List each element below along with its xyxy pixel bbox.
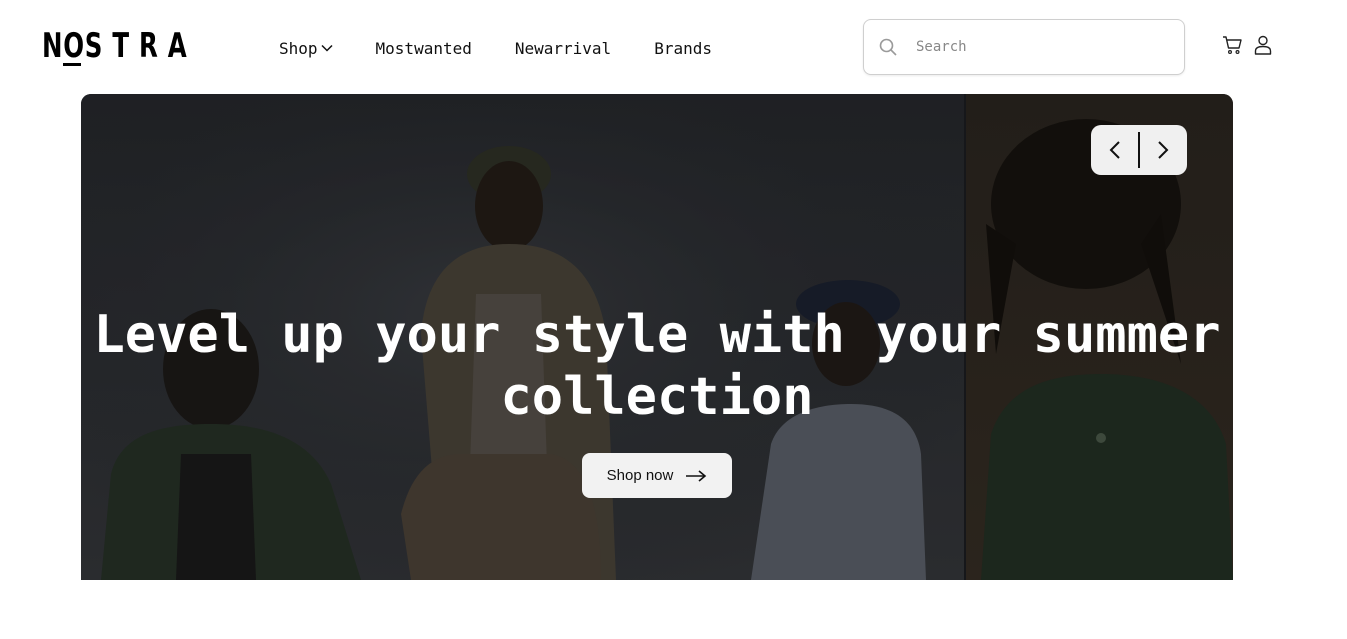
logo-underline xyxy=(63,63,81,66)
brand-logo[interactable]: NOS T R A xyxy=(42,28,244,68)
shop-now-button[interactable]: Shop now xyxy=(582,453,732,498)
brand-logo-text: NOS T R A xyxy=(42,26,188,66)
hero-banner: Level up your style with your summer col… xyxy=(81,94,1233,580)
main-nav: Shop Mostwanted Newarrival Brands xyxy=(279,36,755,60)
chevron-right-icon xyxy=(1158,141,1169,159)
cart-icon[interactable] xyxy=(1222,34,1244,56)
nav-mostwanted[interactable]: Mostwanted xyxy=(376,39,472,58)
chevron-left-icon xyxy=(1109,141,1120,159)
nav-newarrival[interactable]: Newarrival xyxy=(515,39,611,58)
nav-mostwanted-label: Mostwanted xyxy=(375,38,472,58)
shop-now-label: Shop now xyxy=(606,467,674,484)
nav-newarrival-label: Newarrival xyxy=(514,38,612,58)
nav-shop[interactable]: Shop xyxy=(279,39,333,58)
nav-shop-label: Shop xyxy=(279,38,318,58)
hero-title: Level up your style with your summer col… xyxy=(93,305,1221,427)
user-icon[interactable] xyxy=(1252,34,1274,56)
arrow-right-icon xyxy=(686,469,707,482)
search-icon xyxy=(879,38,897,56)
prev-slide-button[interactable] xyxy=(1091,125,1138,175)
nav-brands-label: Brands xyxy=(654,38,712,58)
search-input[interactable] xyxy=(916,39,1156,55)
nav-brands[interactable]: Brands xyxy=(654,39,712,58)
slider-controls xyxy=(1091,125,1187,175)
chevron-down-icon xyxy=(321,44,333,52)
next-slide-button[interactable] xyxy=(1140,125,1187,175)
search-box xyxy=(863,19,1185,75)
